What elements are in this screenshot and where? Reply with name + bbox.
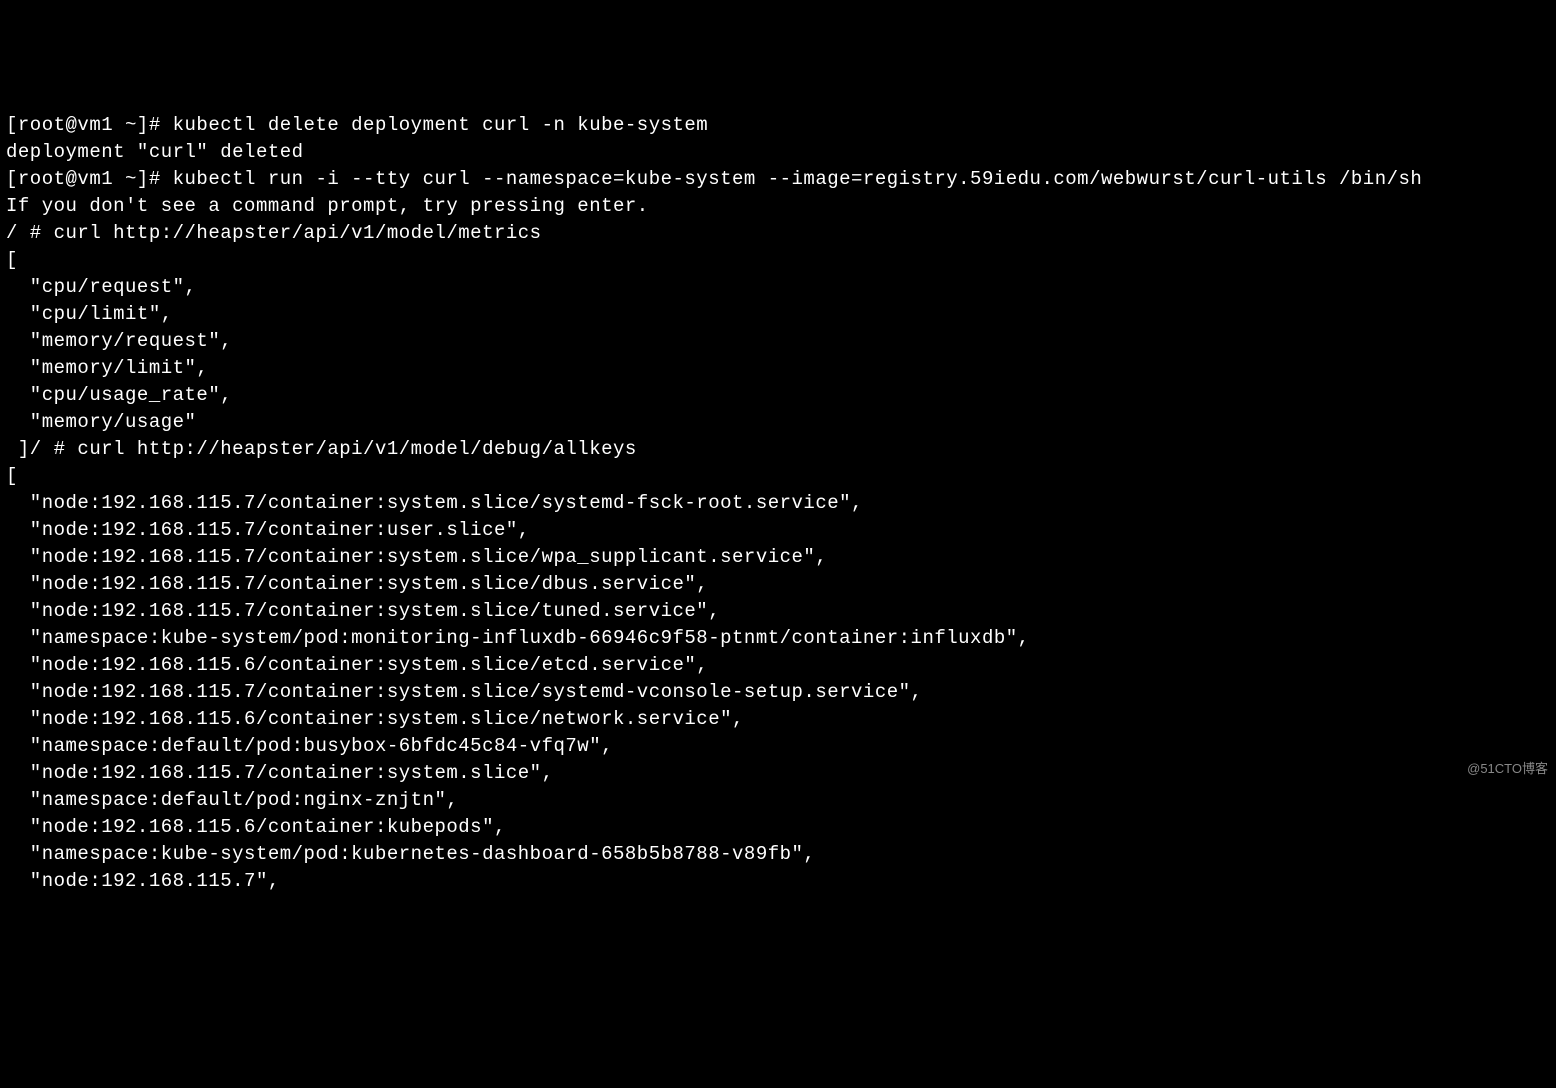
terminal-line: / # curl http://heapster/api/v1/model/me… — [6, 220, 1550, 247]
terminal-line: "node:192.168.115.7", — [6, 868, 1550, 895]
terminal-line: "node:192.168.115.6/container:kubepods", — [6, 814, 1550, 841]
terminal-line: "node:192.168.115.6/container:system.sli… — [6, 652, 1550, 679]
terminal-line: deployment "curl" deleted — [6, 139, 1550, 166]
terminal-line: "memory/limit", — [6, 355, 1550, 382]
terminal-line: If you don't see a command prompt, try p… — [6, 193, 1550, 220]
terminal-line: [root@vm1 ~]# kubectl run -i --tty curl … — [6, 166, 1550, 193]
terminal-line: "namespace:default/pod:nginx-znjtn", — [6, 787, 1550, 814]
terminal-line: "cpu/usage_rate", — [6, 382, 1550, 409]
watermark-label: @51CTO博客 — [1467, 755, 1548, 782]
terminal-line: [ — [6, 463, 1550, 490]
terminal-output[interactable]: [root@vm1 ~]# kubectl delete deployment … — [6, 112, 1550, 895]
terminal-line: "node:192.168.115.7/container:system.sli… — [6, 571, 1550, 598]
terminal-line: "namespace:kube-system/pod:monitoring-in… — [6, 625, 1550, 652]
terminal-line: "node:192.168.115.7/container:system.sli… — [6, 544, 1550, 571]
terminal-line: [ — [6, 247, 1550, 274]
terminal-line: "memory/request", — [6, 328, 1550, 355]
terminal-line: "cpu/request", — [6, 274, 1550, 301]
terminal-line: "namespace:kube-system/pod:kubernetes-da… — [6, 841, 1550, 868]
terminal-line: "node:192.168.115.7/container:user.slice… — [6, 517, 1550, 544]
terminal-line: "node:192.168.115.7/container:system.sli… — [6, 490, 1550, 517]
terminal-line: [root@vm1 ~]# kubectl delete deployment … — [6, 112, 1550, 139]
terminal-line: "node:192.168.115.7/container:system.sli… — [6, 598, 1550, 625]
terminal-line: "node:192.168.115.6/container:system.sli… — [6, 706, 1550, 733]
terminal-line: "namespace:default/pod:busybox-6bfdc45c8… — [6, 733, 1550, 760]
terminal-line: "cpu/limit", — [6, 301, 1550, 328]
terminal-line: "memory/usage" — [6, 409, 1550, 436]
terminal-line: "node:192.168.115.7/container:system.sli… — [6, 679, 1550, 706]
terminal-line: "node:192.168.115.7/container:system.sli… — [6, 760, 1550, 787]
terminal-line: ]/ # curl http://heapster/api/v1/model/d… — [6, 436, 1550, 463]
